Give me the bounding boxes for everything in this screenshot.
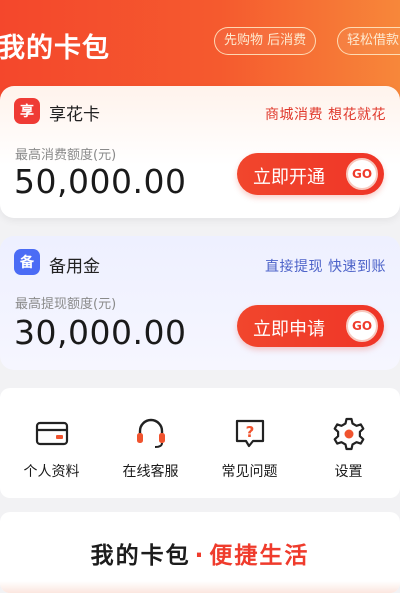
go-icon: GO <box>346 158 378 190</box>
card-slogan: 商城消费 想花就花 <box>265 107 386 123</box>
go-icon: GO <box>346 310 378 342</box>
credit-limit-label: 最高消费额度(元) <box>15 148 117 163</box>
gear-icon <box>333 417 364 451</box>
id-card-icon <box>35 421 68 446</box>
footer-slogan: 我的卡包 · 便捷生活 <box>0 536 400 570</box>
apply-now-button[interactable]: 立即申请 GO <box>237 305 384 347</box>
credit-limit-amount: 50,000.00 <box>14 162 187 201</box>
withdraw-limit-amount: 30,000.00 <box>14 313 187 352</box>
tag-easy-loan[interactable]: 轻松借款 <box>337 27 400 55</box>
card-xianghua[interactable]: 享 享花卡 商城消费 想花就花 最高消费额度(元) 50,000.00 立即开通… <box>0 86 400 218</box>
withdraw-limit-label: 最高提现额度(元) <box>15 297 117 312</box>
question-bubble-icon: ? <box>235 419 264 448</box>
button-label: 立即申请 <box>253 319 325 340</box>
menu-label: 个人资料 <box>23 464 80 480</box>
card-reserve-fund[interactable]: 备 备用金 直接提现 快速到账 最高提现额度(元) 30,000.00 立即申请… <box>0 236 400 370</box>
card-name: 备用金 <box>49 257 100 277</box>
button-label: 立即开通 <box>253 167 325 188</box>
headset-icon <box>136 418 165 448</box>
menu-label: 设置 <box>334 464 363 480</box>
footer-separator: · <box>194 543 206 569</box>
svg-text:?: ? <box>245 423 254 441</box>
footer-text-a: 我的卡包 <box>90 543 191 569</box>
card-name: 享花卡 <box>49 105 100 125</box>
open-now-button[interactable]: 立即开通 GO <box>237 153 384 195</box>
tag-shop-first[interactable]: 先购物 后消费 <box>214 27 317 55</box>
menu-item-settings[interactable]: 设置 <box>304 388 394 498</box>
menu-label: 常见问题 <box>221 464 278 480</box>
menu-label: 在线客服 <box>122 464 179 480</box>
xiang-badge-icon: 享 <box>14 98 40 124</box>
quick-menu: 个人资料 在线客服 ? 常见问题 设置 <box>0 388 400 498</box>
footer-text-b: 便捷生活 <box>209 543 310 569</box>
card-slogan: 直接提现 快速到账 <box>265 259 386 275</box>
menu-item-faq[interactable]: ? 常见问题 <box>205 388 295 498</box>
page-title: 我的卡包 <box>0 33 110 64</box>
footer-stripe <box>0 581 400 593</box>
footer-banner: 我的卡包 · 便捷生活 <box>0 512 400 593</box>
menu-item-profile[interactable]: 个人资料 <box>7 388 97 498</box>
menu-item-customer-service[interactable]: 在线客服 <box>106 388 196 498</box>
bei-badge-icon: 备 <box>14 249 40 275</box>
